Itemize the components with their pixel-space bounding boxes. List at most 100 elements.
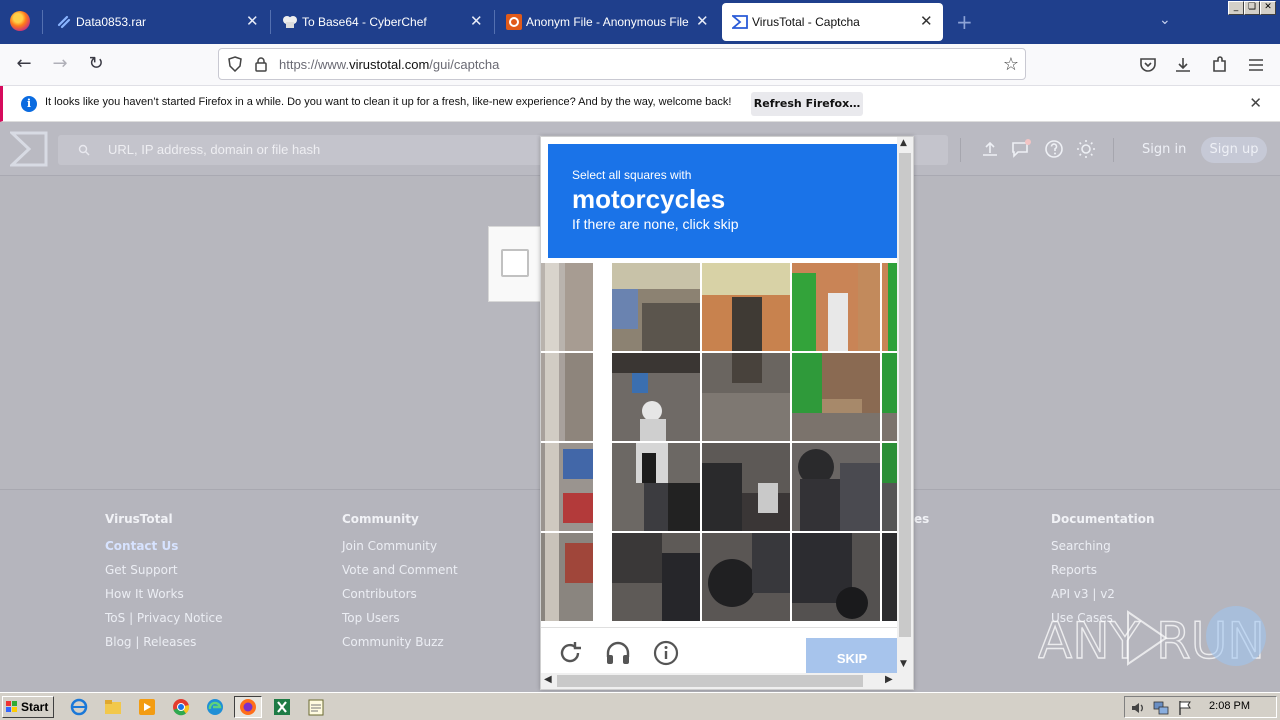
forward-arrow-icon[interactable]: → (49, 54, 71, 76)
scroll-down-chevron-icon[interactable]: ▼ (900, 659, 907, 669)
captcha-tile[interactable] (612, 353, 700, 441)
tracking-shield-icon[interactable] (227, 56, 243, 72)
captcha-image-grid (541, 263, 899, 623)
captcha-tile[interactable] (541, 443, 593, 531)
hamburger-menu-icon[interactable] (1246, 55, 1266, 75)
refresh-firefox-button[interactable]: Refresh Firefox… (751, 92, 863, 116)
tab-data0853[interactable]: Data0853.rar ✕ (42, 0, 270, 44)
firefox-logo-icon[interactable] (10, 11, 30, 31)
minimize-window-button[interactable]: _ (1228, 1, 1244, 15)
network-icon[interactable] (1153, 700, 1169, 716)
footer-link-searching[interactable]: Searching (1051, 538, 1155, 562)
footer-heading: Community (342, 512, 419, 526)
captcha-tile[interactable] (612, 443, 700, 531)
edge-icon[interactable] (206, 698, 224, 716)
captcha-horizontal-scrollbar[interactable]: ◀ ▶ (541, 673, 913, 689)
url-text[interactable]: https://www.virustotal.com/gui/captcha (279, 57, 499, 72)
footer-column-partial: es (914, 512, 929, 538)
chrome-icon[interactable] (172, 698, 190, 716)
excel-icon[interactable] (273, 698, 291, 716)
close-tab-icon[interactable]: ✕ (246, 12, 259, 30)
internet-explorer-icon[interactable] (70, 698, 88, 716)
back-arrow-icon[interactable]: ← (13, 54, 35, 76)
captcha-tile[interactable] (792, 443, 880, 531)
footer-link-join-community[interactable]: Join Community (342, 538, 458, 562)
upload-icon[interactable] (980, 139, 1000, 159)
scrollbar-thumb[interactable] (899, 153, 911, 637)
lock-icon[interactable] (253, 56, 269, 72)
info-icon: i (21, 96, 37, 112)
downloads-icon[interactable] (1173, 55, 1193, 75)
close-tab-icon[interactable]: ✕ (696, 12, 709, 30)
theme-sun-icon[interactable] (1076, 139, 1096, 159)
virustotal-logo-icon[interactable] (10, 131, 48, 167)
recaptcha-challenge-popup: Select all squares with motorcycles If t… (540, 136, 914, 690)
file-explorer-icon[interactable] (104, 698, 122, 716)
skip-button[interactable]: SKIP (806, 638, 898, 678)
firefox-refresh-notification: i It looks like you haven’t started Fire… (0, 86, 1280, 122)
firefox-icon[interactable] (239, 698, 257, 716)
scrollbar-thumb[interactable] (557, 675, 863, 687)
captcha-tile[interactable] (702, 533, 790, 621)
captcha-tile[interactable] (612, 533, 700, 621)
restore-window-button[interactable]: ❏ (1244, 1, 1260, 15)
close-window-button[interactable]: ✕ (1260, 1, 1276, 15)
anyrun-watermark-logo: ANY RUN (1038, 606, 1266, 670)
system-tray: 2:08 PM (1124, 696, 1277, 718)
captcha-instructions: Select all squares with motorcycles If t… (548, 144, 898, 258)
close-notification-icon[interactable]: ✕ (1249, 94, 1262, 112)
sign-up-button[interactable]: Sign up (1201, 137, 1267, 163)
footer-link-blog-releases[interactable]: Blog | Releases (105, 634, 223, 658)
chef-hat-icon (283, 16, 297, 28)
captcha-tile[interactable] (702, 263, 790, 351)
captcha-tile[interactable] (792, 263, 880, 351)
captcha-tile[interactable] (792, 533, 880, 621)
scroll-left-chevron-icon[interactable]: ◀ (544, 674, 552, 685)
close-tab-icon[interactable]: ✕ (920, 12, 933, 30)
captcha-tile[interactable] (541, 353, 593, 441)
captcha-tile[interactable] (541, 263, 593, 351)
volume-speaker-icon[interactable] (1130, 700, 1146, 716)
captcha-tile[interactable] (702, 353, 790, 441)
action-center-flag-icon[interactable] (1177, 700, 1193, 716)
bookmark-star-icon[interactable]: ☆ (1003, 54, 1019, 75)
captcha-vertical-scrollbar[interactable]: ▲ ▼ (897, 137, 913, 675)
media-player-icon[interactable] (138, 698, 156, 716)
tab-anonym-file[interactable]: Anonym File - Anonymous File Uplo ✕ (492, 0, 718, 44)
captcha-tile[interactable] (612, 263, 700, 351)
help-info-icon[interactable] (653, 640, 679, 666)
recaptcha-checkbox[interactable] (501, 249, 529, 277)
extensions-puzzle-icon[interactable] (1210, 55, 1230, 75)
footer-link-tos-privacy[interactable]: ToS | Privacy Notice (105, 610, 223, 634)
captcha-tile[interactable] (702, 443, 790, 531)
footer-link-contact-us[interactable]: Contact Us (105, 538, 223, 562)
captcha-tile[interactable] (541, 533, 593, 621)
captcha-tile[interactable] (792, 353, 880, 441)
footer-link-contributors[interactable]: Contributors (342, 586, 458, 610)
footer-link-get-support[interactable]: Get Support (105, 562, 223, 586)
tab-virustotal-captcha[interactable]: VirusTotal - Captcha ✕ (722, 3, 943, 41)
captcha-hint-text: If there are none, click skip (572, 216, 739, 232)
new-tab-button[interactable]: + (956, 10, 973, 34)
footer-link-how-it-works[interactable]: How It Works (105, 586, 223, 610)
footer-heading: VirusTotal (105, 512, 173, 526)
list-all-tabs-chevron-icon[interactable]: ⌄ (1159, 12, 1171, 28)
footer-link-top-users[interactable]: Top Users (342, 610, 458, 634)
audio-challenge-headphones-icon[interactable] (605, 640, 631, 666)
reload-challenge-icon[interactable] (557, 640, 583, 666)
footer-link-reports[interactable]: Reports (1051, 562, 1155, 586)
sign-in-link[interactable]: Sign in (1142, 142, 1186, 157)
help-icon[interactable] (1044, 139, 1064, 159)
reload-icon[interactable]: ↻ (85, 54, 107, 76)
tab-cyberchef[interactable]: To Base64 - CyberChef ✕ (268, 0, 494, 44)
scroll-up-chevron-icon[interactable]: ▲ (900, 138, 907, 148)
close-tab-icon[interactable]: ✕ (470, 12, 483, 30)
start-button[interactable]: Start (2, 696, 54, 718)
footer-link-vote-comment[interactable]: Vote and Comment (342, 562, 458, 586)
footer-link-community-buzz[interactable]: Community Buzz (342, 634, 458, 658)
notepad-icon[interactable] (307, 698, 325, 716)
pocket-icon[interactable] (1138, 55, 1158, 75)
notifications-chat-icon[interactable] (1011, 139, 1031, 159)
scroll-right-chevron-icon[interactable]: ▶ (885, 674, 893, 685)
url-bar[interactable]: https://www.virustotal.com/gui/captcha ☆ (218, 48, 1026, 80)
